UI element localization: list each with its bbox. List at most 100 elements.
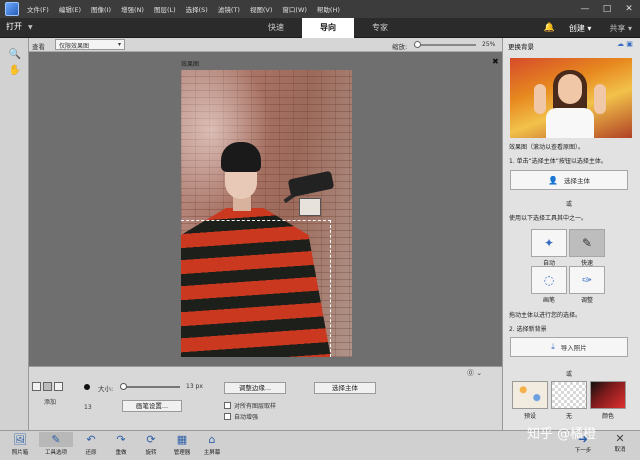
view-select-value: 仅限效果图 [59, 43, 90, 50]
mode-tabs: 快速 导向 专家 [250, 18, 406, 38]
lamp-box [299, 198, 321, 216]
maximize-button[interactable]: □ [596, 4, 618, 14]
subtract-selection-icon[interactable] [54, 382, 63, 391]
brush-tool-label: 画笔 [542, 297, 555, 304]
refine-edge-button[interactable]: 调整边缘... [224, 382, 286, 394]
add-selection-icon[interactable] [43, 382, 52, 391]
zoom-tool-icon[interactable]: 🔍 [6, 46, 24, 62]
magic-wand-icon: ✦ [543, 236, 555, 250]
open-label: 打开 [6, 22, 22, 31]
zoom-slider-thumb[interactable] [414, 41, 421, 48]
menu-layer[interactable]: 图层(L) [154, 4, 176, 14]
cancel-label: 取消 [614, 447, 626, 453]
arrow-right-icon: ➜ [577, 432, 589, 446]
close-document-icon[interactable]: ✖ [492, 57, 499, 66]
size-label: 大小: [98, 385, 114, 393]
home-icon: ⌂ [208, 433, 216, 446]
preset-background-swatch[interactable] [512, 381, 548, 409]
organizer-label: 管理器 [173, 450, 191, 456]
minimize-button[interactable]: — [574, 4, 596, 14]
refine-selection-tool[interactable]: ✑ [569, 266, 605, 294]
checkbox-box[interactable] [224, 402, 231, 409]
panel-collapse-icon[interactable]: ☁ ▣ [617, 40, 633, 48]
home-screen-button[interactable]: ⌂ 主屏幕 [195, 432, 229, 456]
or-text-1: 或 [566, 201, 573, 208]
cancel-button[interactable]: ✕ 取消 [603, 432, 637, 453]
brush-settings-button[interactable]: 画笔设置... [122, 400, 182, 412]
undo-button[interactable]: ↶ 还原 [74, 432, 108, 456]
tab-guided[interactable]: 导向 [302, 18, 354, 38]
menu-file[interactable]: 文件(F) [27, 4, 49, 14]
photo-bin-button[interactable]: 🖼 照片箱 [3, 432, 37, 456]
select-subject-button[interactable]: 👤 选择主体 [510, 170, 628, 190]
or-text-2: 或 [566, 371, 573, 378]
menu-view[interactable]: 视图(V) [250, 4, 273, 14]
drag-hint-text: 拖动主体以进行您的选择。 [509, 312, 582, 319]
result-thumbnail[interactable] [510, 58, 632, 138]
redo-button[interactable]: ↷ 重做 [104, 432, 138, 456]
menu-filter[interactable]: 滤镜(T) [218, 4, 240, 14]
refine-tool-label: 调整 [580, 297, 593, 304]
step2-text: 2. 选择新背景 [509, 326, 547, 333]
brush-preview-icon[interactable] [84, 384, 90, 390]
thumb-body [546, 108, 594, 138]
view-select[interactable]: 仅限效果图 ▾ [55, 39, 125, 50]
color-background-swatch[interactable] [590, 381, 626, 409]
share-button[interactable]: 共享 ▾ [609, 23, 632, 34]
close-window-button[interactable]: ✕ [618, 4, 640, 14]
selection-brush-tool[interactable]: ◌ [531, 266, 567, 294]
sample-all-layers-checkbox[interactable]: 对所有图层取样 [224, 401, 276, 410]
create-button[interactable]: 创建 ▾ [569, 23, 592, 34]
add-mode-label: 添加 [44, 399, 57, 406]
rotate-label: 旋转 [145, 450, 157, 456]
tool-options-button[interactable]: ✎ 工具选项 [39, 432, 73, 456]
new-selection-icon[interactable] [32, 382, 41, 391]
tool-options-bar [29, 366, 502, 430]
auto-enhance-label: 自动增强 [234, 414, 259, 421]
rotate-button[interactable]: ⟳ 旋转 [134, 432, 168, 456]
checkbox-box[interactable] [224, 413, 231, 420]
zoom-slider-track[interactable] [414, 44, 476, 46]
menu-image[interactable]: 图像(I) [91, 4, 111, 14]
hand-tool-icon[interactable]: ✋ [6, 62, 24, 78]
quick-tool-label: 快速 [580, 260, 593, 267]
size-slider-thumb[interactable] [120, 383, 127, 390]
create-label: 创建 [568, 23, 585, 33]
menu-edit[interactable]: 编辑(E) [59, 4, 81, 14]
thumbnail-caption: 效果图（滚动以查看原图）。 [509, 144, 585, 151]
bell-icon[interactable]: 🔔 [544, 23, 555, 33]
organizer-button[interactable]: ▦ 管理器 [165, 432, 199, 456]
size-slider-track[interactable] [122, 386, 180, 388]
menu-select[interactable]: 选择(S) [186, 4, 208, 14]
organizer-icon: ▦ [176, 433, 188, 446]
tab-expert[interactable]: 专家 [354, 18, 406, 38]
mode-bar: 打开 ▼ 快速 导向 专家 🔔 创建 ▾ 共享 ▾ [0, 18, 640, 38]
quick-selection-tool[interactable]: ✎ [569, 229, 605, 257]
toolbox: 🔍 ✋ [0, 38, 29, 430]
thumb-face [558, 74, 582, 104]
sample-all-layers-label: 对所有图层取样 [234, 403, 277, 410]
use-tools-text: 使用以下选择工具其中之一。 [509, 215, 588, 222]
menu-help[interactable]: 帮助(H) [317, 4, 340, 14]
menu-enhance[interactable]: 增强(N) [121, 4, 144, 14]
refine-brush-icon: ✑ [581, 273, 593, 287]
import-photo-label: 导入照片 [560, 344, 587, 352]
open-button[interactable]: 打开 ▼ [6, 21, 33, 32]
tab-quick[interactable]: 快速 [250, 18, 302, 38]
auto-selection-tool[interactable]: ✦ [531, 229, 567, 257]
app-logo-icon [5, 2, 19, 16]
menu-window[interactable]: 窗口(W) [282, 4, 307, 14]
size-value: 13 px [186, 383, 203, 390]
select-subject-button-toolbar[interactable]: 选择主体 [314, 382, 376, 394]
tool-options-icon: ✎ [39, 432, 73, 447]
no-background-swatch[interactable] [551, 381, 587, 409]
step1-text: 1. 单击“选择主体”按钮以选择主体。 [509, 158, 607, 165]
next-button[interactable]: ➜ 下一步 [566, 432, 600, 454]
document-image[interactable] [181, 70, 352, 357]
window-controls: — □ ✕ [574, 4, 640, 14]
color-label: 颜色 [601, 413, 614, 420]
help-menu-icons[interactable]: ⓪ ⌄ [467, 368, 482, 378]
share-label: 共享 [609, 23, 626, 33]
import-photo-button[interactable]: ⤓ 导入照片 [510, 337, 628, 357]
auto-enhance-checkbox[interactable]: 自动增强 [224, 412, 258, 421]
